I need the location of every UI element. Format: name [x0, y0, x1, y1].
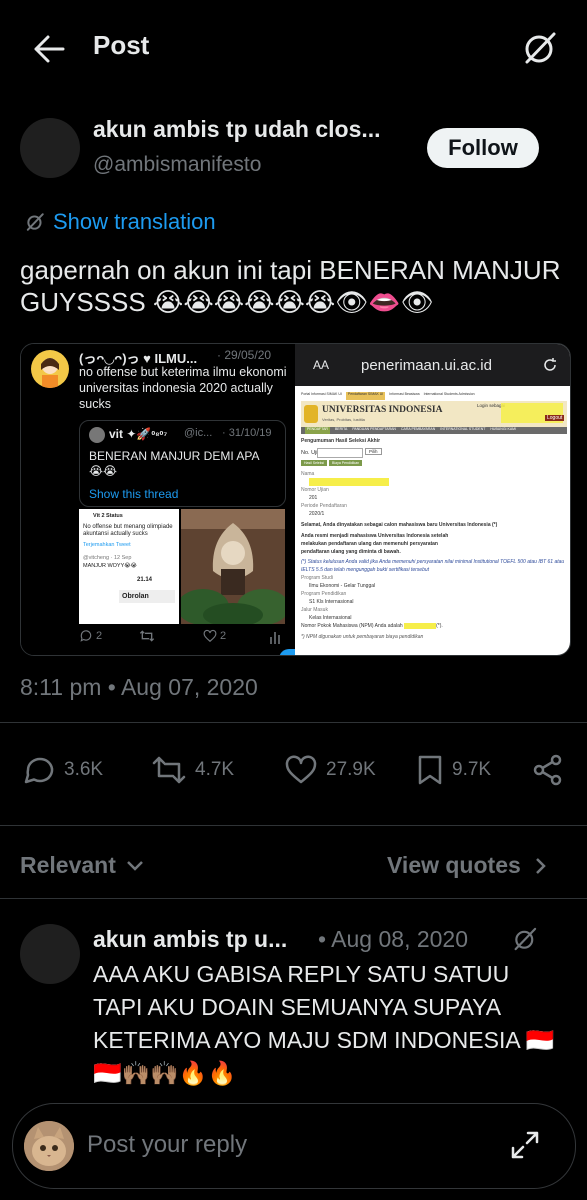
reply-count: 3.6K: [64, 759, 104, 780]
pilih-button: Pilih: [365, 448, 382, 455]
divider: [0, 825, 587, 826]
reply-input[interactable]: Post your reply: [87, 1131, 247, 1159]
post-timestamp[interactable]: 8:11 pm • Aug 07, 2020: [20, 674, 258, 701]
user-avatar[interactable]: [24, 1121, 74, 1171]
chevron-right-icon: [535, 857, 547, 875]
divider: [0, 898, 587, 899]
media-tweet-avatar: [31, 350, 69, 388]
media-like-action: 2: [203, 629, 226, 643]
mini-tweet-screenshot: Vit 2 Status No offense but menang olimp…: [79, 509, 179, 624]
reply-icon: [22, 754, 56, 786]
media-quote-card: vit ✦🚀⁰⁸⁰⁷ @ic... · 31/10/19 BENERAN MAN…: [79, 420, 286, 507]
author-avatar[interactable]: [20, 118, 80, 178]
bookmark-icon: [416, 754, 444, 786]
quote-name: vit ✦🚀⁰⁸⁰⁷: [109, 427, 168, 441]
result-tabs: Hasil Seleksi Biaya Pendidikan: [301, 460, 363, 466]
show-translation-label: Show translation: [53, 209, 216, 234]
show-thread-link[interactable]: Show this thread: [89, 487, 178, 501]
view-quotes-label: View quotes: [387, 852, 521, 878]
quote-handle: @ic...: [184, 427, 213, 439]
reply-action[interactable]: 3.6K: [22, 754, 103, 786]
repost-action[interactable]: 4.7K: [151, 754, 234, 786]
site-top-tabs: Portal Informasi SIMAK UI Pendaftaran SI…: [295, 392, 570, 400]
media-reply-count: 2: [96, 630, 103, 642]
grok-icon[interactable]: [522, 30, 558, 66]
section-title: Pengumuman Hasil Seleksi Akhir: [301, 438, 381, 444]
like-action[interactable]: 27.9K: [284, 754, 376, 786]
follow-button[interactable]: Follow: [427, 128, 539, 168]
quote-date: · 31/10/19: [222, 427, 272, 439]
share-icon[interactable]: [531, 754, 565, 786]
author-handle[interactable]: @ambismanifesto: [93, 153, 261, 177]
post-text: gapernah on akun ini tapi BENERAN MANJUR…: [20, 255, 561, 317]
browser-aa: AA: [313, 358, 330, 372]
heart-icon: [284, 754, 318, 786]
mini-tweet-link: Terjemahkan Tweet: [83, 542, 131, 548]
reply-avatar[interactable]: [20, 924, 80, 984]
divider: [0, 722, 587, 723]
grok-translate-icon: [25, 212, 45, 232]
media-reply-action: 2: [79, 629, 102, 643]
reply-author-name[interactable]: akun ambis tp u...: [93, 926, 287, 953]
post-media[interactable]: (っᴖ◡ᴖ)っ ♥ ILMU... · 29/05/20 no offense …: [20, 343, 571, 656]
site-nav: PENDAFTAR BERITA PANDUAN PENDAFTARAN CAR…: [301, 427, 567, 434]
quote-text: BENERAN MANJUR DEMI APA 😭😭: [89, 449, 259, 478]
reply-grok-icon[interactable]: [512, 926, 538, 952]
media-right-screenshot[interactable]: AA penerimaan.ui.ac.id Portal Informasi …: [295, 344, 570, 655]
reload-icon: [543, 358, 557, 372]
site-subtitle: Veritas, Probitas, Iustitia: [322, 417, 365, 422]
repost-count: 4.7K: [195, 759, 235, 780]
site-university-name: UNIVERSITAS INDONESIA: [322, 405, 443, 415]
mini-tweet-name: Vit 2 Status: [93, 513, 123, 519]
no-ujian-input: [317, 448, 363, 458]
ceremony-photo: [181, 509, 285, 624]
mini-number: 21.14: [137, 577, 153, 583]
media-like-count: 2: [220, 630, 227, 642]
sort-relevant[interactable]: Relevant: [20, 852, 144, 879]
mini-reply-name: @vitcheng · 12 Sep: [83, 555, 132, 561]
author-name[interactable]: akun ambis tp udah clos...: [93, 116, 381, 143]
media-repost-icon: [139, 629, 155, 643]
view-quotes-link[interactable]: View quotes: [387, 852, 547, 879]
site-header: UNIVERSITAS INDONESIA Veritas, Probitas,…: [301, 401, 567, 427]
media-tweet-text: no offense but keterima ilmu ekonomi uni…: [79, 365, 287, 411]
site-logout: Logout: [545, 415, 565, 421]
like-count: 27.9K: [326, 759, 376, 780]
mini-tweet-text: No offense but menang olimpiade akuntans…: [83, 524, 173, 537]
reply-text: AAA AKU GABISA REPLY SATU SATUU TAPI AKU…: [93, 961, 555, 1086]
expand-icon[interactable]: [509, 1129, 541, 1161]
bookmark-count: 9.7K: [452, 759, 492, 780]
mini-obrolan: Obrolan: [119, 590, 175, 603]
repost-icon: [151, 754, 187, 786]
show-translation-link[interactable]: Show translation: [25, 209, 216, 235]
sort-relevant-label: Relevant: [20, 852, 116, 878]
media-stats-icon: [269, 630, 281, 644]
ui-logo-icon: [304, 405, 318, 423]
bookmark-action[interactable]: 9.7K: [416, 754, 491, 786]
back-arrow-icon[interactable]: [32, 34, 66, 64]
reply-date[interactable]: • Aug 08, 2020: [318, 926, 468, 953]
quote-avatar: [89, 427, 105, 443]
mini-reply-text: MANJUR WOYY😭😭: [83, 563, 138, 569]
chevron-down-icon: [126, 860, 144, 872]
page-title: Post: [93, 30, 150, 60]
media-left-screenshot[interactable]: (っᴖ◡ᴖ)っ ♥ ILMU... · 29/05/20 no offense …: [21, 344, 309, 655]
result-content: Nama Nomor Ujian 201 Periode Pendaftaran…: [301, 471, 565, 640]
media-tweet-date: · 29/05/20: [217, 348, 272, 362]
name-redaction: [309, 478, 389, 486]
browser-url: penerimaan.ui.ac.id: [361, 357, 492, 374]
